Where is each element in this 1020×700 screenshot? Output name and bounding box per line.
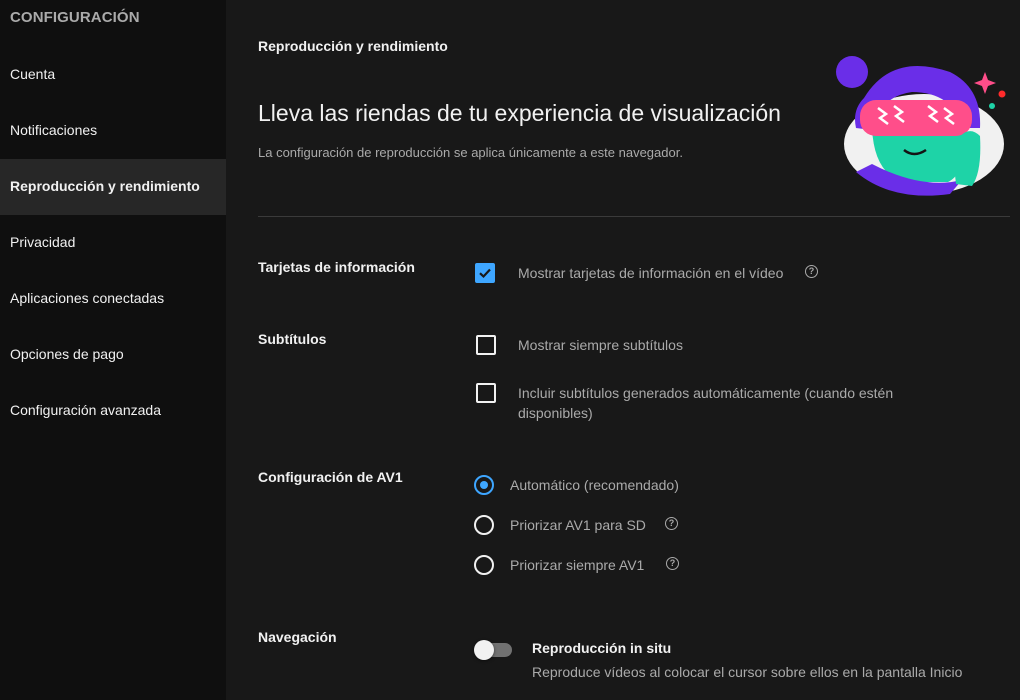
inline-playback-title: Reproducción in situ xyxy=(532,640,672,656)
sidebar-heading: CONFIGURACIÓN xyxy=(10,9,140,26)
sidebar-item-label: Privacidad xyxy=(10,234,76,250)
subtitles-auto-checkbox[interactable] xyxy=(476,383,496,403)
av1-sd-label: Priorizar AV1 para SD xyxy=(510,517,646,533)
subtitles-auto-label-line1: Incluir subtítulos generados automáticam… xyxy=(518,385,894,401)
av1-always-radio[interactable] xyxy=(474,555,494,575)
page-description: La configuración de reproducción se apli… xyxy=(258,145,683,160)
sidebar-item-reproduccion[interactable]: Reproducción y rendimiento xyxy=(0,159,226,215)
info-cards-label: Tarjetas de información xyxy=(258,259,415,275)
inline-playback-description: Reproduce vídeos al colocar el cursor so… xyxy=(532,664,963,680)
sidebar-item-pago[interactable]: Opciones de pago xyxy=(0,327,226,383)
inline-playback-toggle[interactable] xyxy=(474,640,512,660)
toggle-knob xyxy=(474,640,494,660)
info-cards-option-label: Mostrar tarjetas de información en el ví… xyxy=(518,265,784,281)
sidebar-item-cuenta[interactable]: Cuenta xyxy=(0,47,226,103)
sidebar-item-label: Cuenta xyxy=(10,66,56,82)
sidebar-item-aplicaciones[interactable]: Aplicaciones conectadas xyxy=(0,271,226,327)
av1-auto-label: Automático (recomendado) xyxy=(510,477,679,493)
check-icon xyxy=(479,268,491,279)
page-title: Lleva las riendas de tu experiencia de v… xyxy=(258,100,781,126)
av1-auto-radio[interactable] xyxy=(474,475,494,495)
av1-label: Configuración de AV1 xyxy=(258,469,403,485)
section-label: Reproducción y rendimiento xyxy=(258,38,448,54)
subtitles-always-label: Mostrar siempre subtítulos xyxy=(518,337,683,353)
divider xyxy=(258,216,1010,217)
av1-always-label: Priorizar siempre AV1 xyxy=(510,557,645,573)
sidebar-item-label: Configuración avanzada xyxy=(10,402,161,418)
navigation-label: Navegación xyxy=(258,629,337,645)
main-content: Reproducción y rendimiento Lleva las rie… xyxy=(226,0,1020,700)
sidebar: CONFIGURACIÓN Cuenta Notificaciones Repr… xyxy=(0,0,226,700)
help-circle-icon[interactable]: ? xyxy=(805,265,818,278)
subtitles-always-checkbox[interactable] xyxy=(476,335,496,355)
sidebar-item-label: Aplicaciones conectadas xyxy=(10,290,165,306)
sidebar-item-avanzada[interactable]: Configuración avanzada xyxy=(0,383,226,439)
subtitles-auto-label-line2: disponibles) xyxy=(518,405,593,421)
sidebar-item-label: Notificaciones xyxy=(10,122,98,138)
sidebar-item-label: Opciones de pago xyxy=(10,346,124,362)
help-circle-icon[interactable]: ? xyxy=(665,517,678,530)
sidebar-item-label: Reproducción y rendimiento xyxy=(10,178,200,194)
sunglasses-person-illustration xyxy=(836,56,1006,196)
sidebar-item-notificaciones[interactable]: Notificaciones xyxy=(0,103,226,159)
help-circle-icon[interactable]: ? xyxy=(666,557,679,570)
sidebar-item-privacidad[interactable]: Privacidad xyxy=(0,215,226,271)
subtitles-label: Subtítulos xyxy=(258,331,327,347)
info-cards-checkbox[interactable] xyxy=(475,263,495,283)
av1-sd-radio[interactable] xyxy=(474,515,494,535)
